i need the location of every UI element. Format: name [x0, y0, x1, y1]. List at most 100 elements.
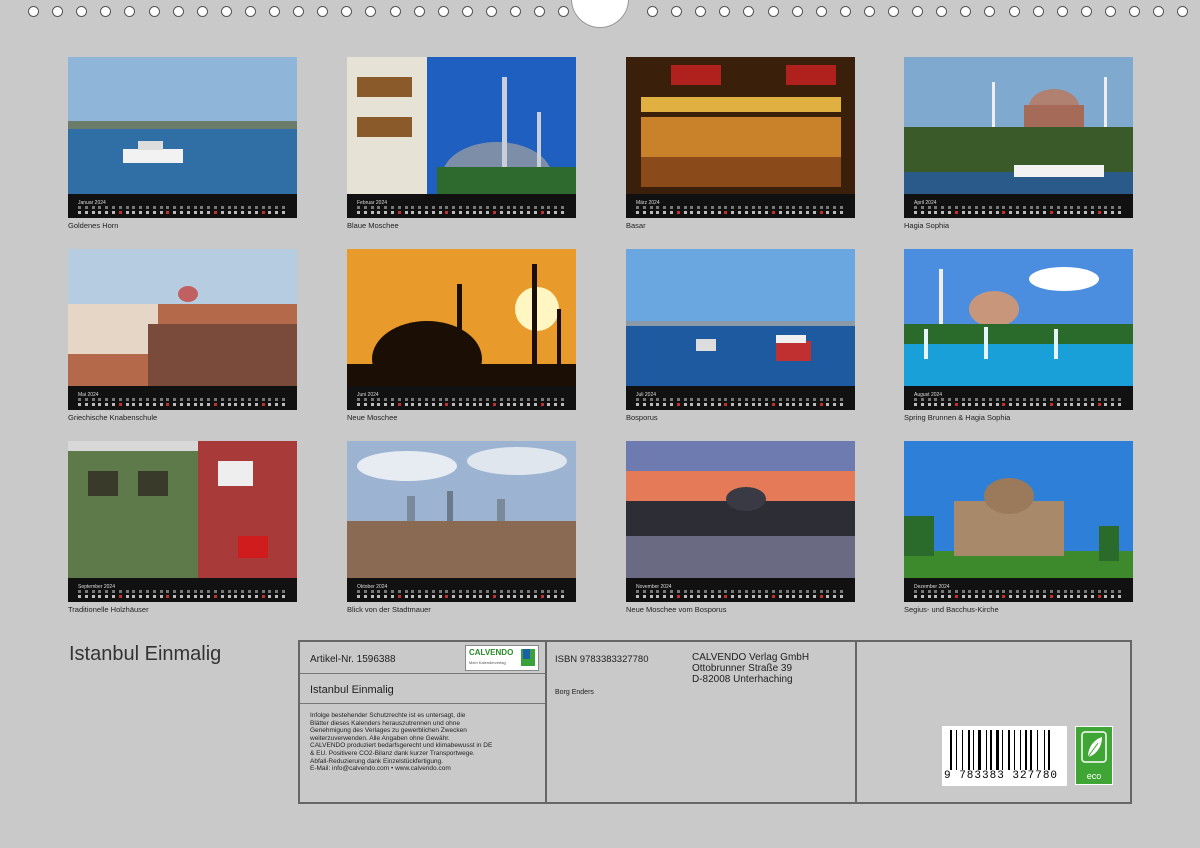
- barcode-bar: [955, 730, 957, 770]
- day-mark: [934, 403, 938, 406]
- weekday-mark: [527, 590, 530, 593]
- day-mark: [636, 403, 639, 406]
- binding-ring: [888, 6, 899, 17]
- weekday-mark: [459, 590, 462, 593]
- weekday-mark: [934, 398, 938, 401]
- weekday-mark: [710, 398, 714, 401]
- weekday-mark: [112, 206, 115, 209]
- day-mark: [214, 595, 217, 598]
- weekday-mark: [826, 206, 830, 209]
- month-calendar-strip: Januar 2024: [68, 194, 297, 218]
- weekday-mark: [995, 590, 999, 593]
- barcode-bar: [978, 730, 981, 770]
- day-mark: [91, 211, 95, 214]
- weekday-mark: [431, 398, 435, 401]
- month-tile: Februar 2024 Blaue Moschee: [347, 57, 576, 230]
- day-mark: [254, 595, 258, 598]
- weekday-mark: [785, 206, 789, 209]
- weekday-mark: [125, 398, 129, 401]
- day-mark: [248, 403, 251, 406]
- day-mark: [1043, 403, 1047, 406]
- day-mark: [193, 403, 197, 406]
- day-mark: [363, 211, 367, 214]
- weekday-mark: [377, 206, 381, 209]
- day-mark: [948, 211, 951, 214]
- weekday-mark: [1077, 590, 1081, 593]
- day-mark: [84, 595, 88, 598]
- day-mark: [948, 595, 951, 598]
- day-mark: [98, 211, 102, 214]
- binding-ring: [960, 6, 972, 17]
- weekday-mark: [765, 398, 769, 401]
- weekday-mark: [982, 590, 985, 593]
- day-mark: [840, 211, 843, 214]
- day-mark: [227, 211, 231, 214]
- binding-ring: [244, 6, 256, 17]
- month-photo: [347, 441, 576, 578]
- weekday-mark: [1111, 590, 1115, 593]
- day-mark: [819, 211, 823, 214]
- weekday-mark: [533, 590, 537, 593]
- day-mark: [520, 403, 524, 406]
- day-mark: [513, 211, 517, 214]
- month-tile: Mai 2024 Griechische Knabenschule: [68, 249, 297, 422]
- day-mark: [670, 211, 673, 214]
- weekday-mark: [173, 206, 177, 209]
- weekday-mark: [982, 398, 985, 401]
- weekday-mark: [220, 590, 224, 593]
- day-mark: [431, 211, 435, 214]
- day-mark: [472, 595, 476, 598]
- day-mark: [751, 403, 755, 406]
- day-mark: [785, 595, 789, 598]
- weekday-mark: [927, 206, 931, 209]
- day-mark: [214, 403, 217, 406]
- photo-illustration: [347, 249, 576, 386]
- day-mark: [656, 595, 660, 598]
- weekday-mark: [118, 590, 122, 593]
- binding-ring: [558, 6, 570, 17]
- day-mark: [1063, 211, 1067, 214]
- day-mark: [1118, 211, 1121, 214]
- weekday-mark: [670, 206, 673, 209]
- day-mark: [520, 595, 524, 598]
- day-mark: [125, 595, 129, 598]
- weekday-mark: [459, 398, 462, 401]
- weekday-mark: [445, 206, 449, 209]
- binding-ring: [1008, 6, 1020, 17]
- day-mark: [982, 595, 985, 598]
- weekday-mark: [1104, 206, 1108, 209]
- day-mark: [1097, 403, 1101, 406]
- weekday-mark: [275, 398, 279, 401]
- day-mark: [751, 595, 755, 598]
- weekday-mark: [561, 398, 564, 401]
- binding-ring: [461, 6, 473, 17]
- weekday-mark: [370, 590, 374, 593]
- weekday-mark: [1084, 206, 1087, 209]
- day-mark: [139, 403, 143, 406]
- binding-ring: [76, 6, 88, 17]
- day-mark: [173, 211, 177, 214]
- day-mark: [968, 403, 972, 406]
- day-mark: [513, 595, 517, 598]
- day-mark: [173, 595, 177, 598]
- panel-divider: [855, 642, 857, 802]
- weekday-mark: [166, 206, 170, 209]
- day-mark: [506, 403, 510, 406]
- day-mark: [146, 595, 149, 598]
- weekday-mark: [676, 206, 680, 209]
- weekday-mark: [132, 206, 136, 209]
- day-mark: [452, 403, 456, 406]
- weekday-mark: [1104, 590, 1108, 593]
- weekday-mark: [1084, 398, 1087, 401]
- day-mark: [282, 595, 285, 598]
- day-mark: [132, 595, 136, 598]
- photo-caption: Griechische Knabenschule: [68, 413, 158, 422]
- month-calendar-strip: Mai 2024: [68, 386, 297, 410]
- legal-line: Blätter dieses Kalenders herauszutrennen…: [310, 719, 460, 727]
- day-mark: [988, 211, 992, 214]
- day-number-row: [914, 403, 1127, 407]
- day-mark: [1063, 595, 1067, 598]
- weekday-mark: [547, 590, 551, 593]
- month-photo: [904, 441, 1133, 578]
- day-mark: [982, 403, 985, 406]
